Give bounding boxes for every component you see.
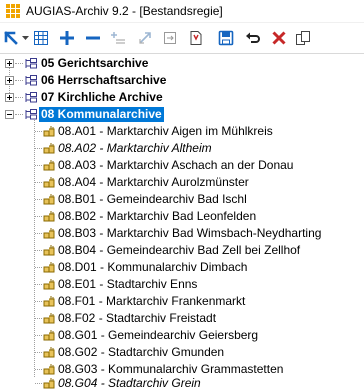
tree-leaf-row[interactable]: 08.B01 - Gemeindearchiv Bad Ischl bbox=[0, 191, 364, 208]
holding-label[interactable]: 08.E01 - Stadtarchiv Enns bbox=[58, 277, 197, 292]
tree-leaf-row[interactable]: 08.G01 - Gemeindearchiv Geiersberg bbox=[0, 327, 364, 344]
archive-holding-icon bbox=[43, 262, 55, 273]
tree-leaf-row[interactable]: 08.A03 - Marktarchiv Aschach an der Dona… bbox=[0, 157, 364, 174]
holding-label[interactable]: 08.G01 - Gemeindearchiv Geiersberg bbox=[58, 328, 258, 343]
plus-icon[interactable] bbox=[58, 26, 76, 50]
holding-label[interactable]: 08.G04 - Stadtarchiv Grein bbox=[58, 376, 201, 391]
delete-icon[interactable] bbox=[270, 26, 288, 50]
tree-category-row[interactable]: 07 Kirchliche Archive bbox=[0, 89, 364, 106]
category-label[interactable]: 06 Herrschaftsarchive bbox=[39, 73, 168, 88]
app-icon bbox=[6, 4, 20, 18]
archive-holding-icon bbox=[43, 228, 55, 239]
archive-holding-icon bbox=[43, 279, 55, 290]
arrow-up-left-icon[interactable] bbox=[2, 26, 20, 50]
collapse-icon[interactable] bbox=[5, 110, 14, 119]
tree-leaf-row[interactable]: 08.B02 - Marktarchiv Bad Leonfelden bbox=[0, 208, 364, 225]
tree-leaf-row[interactable]: 08.F01 - Marktarchiv Frankenmarkt bbox=[0, 293, 364, 310]
tree-leaf-row[interactable]: 08.B03 - Marktarchiv Bad Wimsbach-Neydha… bbox=[0, 225, 364, 242]
dropdown-arrow-icon[interactable] bbox=[21, 26, 29, 50]
tree-leaf-row[interactable]: 08.A01 - Marktarchiv Aigen im Mühlkreis bbox=[0, 123, 364, 140]
window-title: AUGIAS-Archiv 9.2 - [Bestandsregie] bbox=[26, 4, 223, 18]
tree-leaf-row[interactable]: 08.G02 - Stadtarchiv Gmunden bbox=[0, 344, 364, 361]
holding-label[interactable]: 08.B03 - Marktarchiv Bad Wimsbach-Neydha… bbox=[58, 226, 321, 241]
category-icon bbox=[25, 92, 37, 103]
archive-holding-icon bbox=[43, 347, 55, 358]
tree-leaf-row[interactable]: 08.A04 - Marktarchiv Aurolzmünster bbox=[0, 174, 364, 191]
archive-holding-icon bbox=[43, 160, 55, 171]
tree-category-row[interactable]: 05 Gerichtsarchive bbox=[0, 55, 364, 72]
tree-leaf-row[interactable]: 08.G04 - Stadtarchiv Grein bbox=[0, 375, 364, 392]
holding-label[interactable]: 08.A04 - Marktarchiv Aurolzmünster bbox=[58, 175, 249, 190]
holding-label[interactable]: 08.F01 - Marktarchiv Frankenmarkt bbox=[58, 294, 245, 309]
holding-label[interactable]: 08.A03 - Marktarchiv Aschach an der Dona… bbox=[58, 158, 293, 173]
title-bar: AUGIAS-Archiv 9.2 - [Bestandsregie] bbox=[0, 0, 364, 23]
category-icon bbox=[25, 58, 37, 69]
archive-holding-icon bbox=[43, 378, 55, 389]
expand-icon[interactable] bbox=[5, 93, 14, 102]
archive-holding-icon bbox=[43, 143, 55, 154]
category-icon bbox=[25, 109, 37, 120]
table-grid-icon[interactable] bbox=[32, 26, 50, 50]
archive-holding-icon bbox=[43, 313, 55, 324]
category-label[interactable]: 07 Kirchliche Archive bbox=[39, 90, 165, 105]
holding-label[interactable]: 08.B02 - Marktarchiv Bad Leonfelden bbox=[58, 209, 256, 224]
archive-holding-icon bbox=[43, 211, 55, 222]
tree-category-row[interactable]: 06 Herrschaftsarchive bbox=[0, 72, 364, 89]
expand-icon[interactable] bbox=[5, 59, 14, 68]
category-label-selected[interactable]: 08 Kommunalarchive bbox=[39, 107, 164, 122]
marked-document-icon[interactable] bbox=[187, 26, 205, 50]
archive-holding-icon bbox=[43, 296, 55, 307]
category-icon bbox=[25, 75, 37, 86]
holding-label[interactable]: 08.G02 - Stadtarchiv Gmunden bbox=[58, 345, 224, 360]
expand-icon[interactable] bbox=[5, 76, 14, 85]
tree-leaf-row[interactable]: 08.D01 - Kommunalarchiv Dimbach bbox=[0, 259, 364, 276]
holding-label[interactable]: 08.A01 - Marktarchiv Aigen im Mühlkreis bbox=[58, 124, 273, 139]
holding-label[interactable]: 08.A02 - Marktarchiv Altheim bbox=[58, 141, 212, 156]
holding-label[interactable]: 08.F02 - Stadtarchiv Freistadt bbox=[58, 311, 216, 326]
holding-label[interactable]: 08.B04 - Gemeindearchiv Bad Zell bei Zel… bbox=[58, 243, 300, 258]
undo-icon[interactable] bbox=[244, 26, 262, 50]
tree-category-row[interactable]: 08 Kommunalarchive bbox=[0, 106, 364, 123]
minus-icon[interactable] bbox=[84, 26, 102, 50]
move-icon[interactable] bbox=[136, 26, 154, 50]
toolbar bbox=[0, 23, 364, 54]
tree-leaf-row[interactable]: 08.E01 - Stadtarchiv Enns bbox=[0, 276, 364, 293]
copy-icon[interactable] bbox=[294, 26, 312, 50]
tree-leaf-row[interactable]: 08.F02 - Stadtarchiv Freistadt bbox=[0, 310, 364, 327]
holding-label[interactable]: 08.B01 - Gemeindearchiv Bad Ischl bbox=[58, 192, 247, 207]
holding-label[interactable]: 08.D01 - Kommunalarchiv Dimbach bbox=[58, 260, 247, 275]
tree-leaf-row[interactable]: 08.B04 - Gemeindearchiv Bad Zell bei Zel… bbox=[0, 242, 364, 259]
category-label[interactable]: 05 Gerichtsarchive bbox=[39, 56, 150, 71]
tree-leaf-row[interactable]: 08.A02 - Marktarchiv Altheim bbox=[0, 140, 364, 157]
archive-tree[interactable]: 05 Gerichtsarchive 06 Herrschaftsarchive… bbox=[0, 55, 364, 390]
archive-holding-icon bbox=[43, 330, 55, 341]
archive-holding-icon bbox=[43, 245, 55, 256]
archive-holding-icon bbox=[43, 364, 55, 375]
archive-holding-icon bbox=[43, 126, 55, 137]
archive-holding-icon bbox=[43, 177, 55, 188]
save-icon[interactable] bbox=[217, 26, 235, 50]
add-list-icon[interactable] bbox=[109, 26, 127, 50]
archive-holding-icon bbox=[43, 194, 55, 205]
import-icon[interactable] bbox=[161, 26, 179, 50]
